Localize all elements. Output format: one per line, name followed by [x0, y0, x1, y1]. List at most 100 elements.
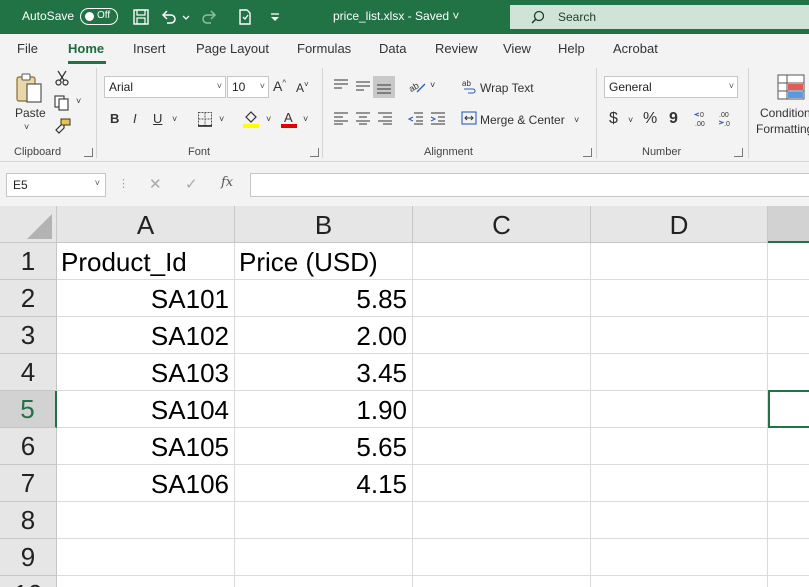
cell-b4[interactable]: 3.45	[235, 354, 413, 391]
cell-c6[interactable]	[413, 428, 591, 465]
cell-d5[interactable]	[591, 391, 768, 428]
cell-d1[interactable]	[591, 243, 768, 280]
comma-style-button[interactable]: 9	[669, 110, 678, 128]
cell-a1[interactable]: Product_Id	[57, 243, 235, 280]
enter-icon[interactable]: ✓	[185, 175, 198, 193]
cell-b1[interactable]: Price (USD)	[235, 243, 413, 280]
align-bottom-icon[interactable]	[373, 76, 395, 98]
name-box[interactable]: E5 ˅	[6, 173, 106, 197]
align-left-icon[interactable]	[333, 111, 349, 125]
tab-home[interactable]: Home	[68, 41, 104, 56]
paste-icon[interactable]	[12, 70, 46, 106]
conditional-formatting-label-2[interactable]: Formatting	[756, 122, 809, 136]
cell-a8[interactable]	[57, 502, 235, 539]
merge-center-dropdown-icon[interactable]: ˅	[574, 115, 579, 125]
cell-b6[interactable]: 5.65	[235, 428, 413, 465]
cell-a10[interactable]	[57, 576, 235, 587]
tab-formulas[interactable]: Formulas	[297, 41, 351, 56]
formula-input[interactable]	[250, 173, 809, 197]
number-format-combo[interactable]: General ˅	[604, 76, 738, 98]
column-header-b[interactable]: B	[235, 206, 413, 243]
cell-d10[interactable]	[591, 576, 768, 587]
merge-center-icon[interactable]	[461, 110, 477, 126]
cell-a5[interactable]: SA104	[57, 391, 235, 428]
font-size-combo[interactable]: 10 ˅	[227, 76, 269, 98]
currency-dropdown-icon[interactable]: ˅	[628, 115, 633, 125]
row-header[interactable]: 4	[0, 354, 57, 391]
cell-b10[interactable]	[235, 576, 413, 587]
font-name-dropdown-icon[interactable]: ˅	[217, 81, 222, 91]
align-top-icon[interactable]	[333, 78, 349, 92]
italic-button[interactable]: I	[133, 111, 137, 126]
cell-c3[interactable]	[413, 317, 591, 354]
cell-d8[interactable]	[591, 502, 768, 539]
underline-button[interactable]: U	[153, 111, 162, 126]
align-right-icon[interactable]	[377, 111, 393, 125]
format-painter-icon[interactable]	[52, 118, 72, 136]
row-header[interactable]: 9	[0, 539, 57, 576]
paste-dropdown-icon[interactable]: ˅	[24, 122, 29, 132]
cell-e6[interactable]	[768, 428, 809, 465]
undo-dropdown-icon[interactable]	[181, 8, 191, 26]
orientation-dropdown-icon[interactable]: ˅	[430, 80, 435, 90]
cell-c8[interactable]	[413, 502, 591, 539]
cell-c2[interactable]	[413, 280, 591, 317]
tab-insert[interactable]: Insert	[133, 41, 166, 56]
cell-b7[interactable]: 4.15	[235, 465, 413, 502]
cell-e1[interactable]	[768, 243, 809, 280]
font-color-dropdown-icon[interactable]: ˅	[303, 114, 308, 124]
conditional-formatting-label-1[interactable]: Conditional	[760, 106, 809, 120]
cell-c10[interactable]	[413, 576, 591, 587]
cell-e2[interactable]	[768, 280, 809, 317]
fill-color-dropdown-icon[interactable]: ˅	[266, 114, 271, 124]
tab-help[interactable]: Help	[558, 41, 585, 56]
column-header-d[interactable]: D	[591, 206, 768, 243]
cell-b2[interactable]: 5.85	[235, 280, 413, 317]
align-center-icon[interactable]	[355, 111, 371, 125]
cell-a2[interactable]: SA101	[57, 280, 235, 317]
row-header[interactable]: 10	[0, 576, 57, 587]
cell-e4[interactable]	[768, 354, 809, 391]
percent-format-button[interactable]: %	[643, 110, 657, 128]
select-all-corner[interactable]	[0, 206, 57, 243]
row-header[interactable]: 8	[0, 502, 57, 539]
cell-c5[interactable]	[413, 391, 591, 428]
tab-view[interactable]: View	[503, 41, 531, 56]
cut-icon[interactable]	[54, 70, 70, 86]
row-header[interactable]: 3	[0, 317, 57, 354]
decrease-indent-icon[interactable]	[408, 111, 424, 125]
cancel-icon[interactable]: ✕	[149, 175, 162, 193]
cell-b5[interactable]: 1.90	[235, 391, 413, 428]
cell-a9[interactable]	[57, 539, 235, 576]
tab-data[interactable]: Data	[379, 41, 406, 56]
align-middle-icon[interactable]	[355, 78, 371, 92]
column-header-a[interactable]: A	[57, 206, 235, 243]
tab-review[interactable]: Review	[435, 41, 478, 56]
cell-c7[interactable]	[413, 465, 591, 502]
increase-indent-icon[interactable]	[430, 111, 446, 125]
number-format-dropdown-icon[interactable]: ˅	[729, 81, 734, 91]
increase-font-size-icon[interactable]: A^	[273, 78, 286, 94]
cell-d4[interactable]	[591, 354, 768, 391]
row-header-selected[interactable]: 5	[0, 391, 57, 428]
autosave-toggle[interactable]: Off	[80, 8, 118, 25]
paste-label[interactable]: Paste	[15, 106, 46, 120]
undo-icon[interactable]	[160, 8, 178, 26]
tab-file[interactable]: File	[17, 41, 38, 56]
font-name-combo[interactable]: Arial ˅	[104, 76, 226, 98]
cell-d7[interactable]	[591, 465, 768, 502]
cell-b3[interactable]: 2.00	[235, 317, 413, 354]
cell-d9[interactable]	[591, 539, 768, 576]
column-header-e[interactable]	[768, 206, 809, 243]
font-color-icon[interactable]: A	[280, 109, 298, 129]
cell-e7[interactable]	[768, 465, 809, 502]
number-launcher-icon[interactable]	[734, 148, 743, 157]
font-launcher-icon[interactable]	[310, 148, 319, 157]
wrap-text-icon[interactable]: ab	[461, 78, 477, 96]
cell-d6[interactable]	[591, 428, 768, 465]
row-header[interactable]: 1	[0, 243, 57, 280]
alignment-launcher-icon[interactable]	[583, 148, 592, 157]
redo-icon[interactable]	[200, 8, 218, 26]
cell-c1[interactable]	[413, 243, 591, 280]
cell-e5[interactable]	[768, 391, 809, 428]
